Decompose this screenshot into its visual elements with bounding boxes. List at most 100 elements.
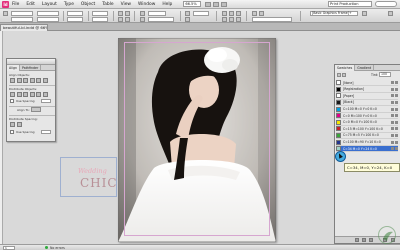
control-panel: [Basic Graphics Frame]+ xyxy=(0,9,400,23)
view-mode-icon[interactable] xyxy=(205,1,212,7)
divider xyxy=(9,115,55,116)
process-color-icon xyxy=(391,140,394,144)
stroke-weight-field[interactable] xyxy=(148,11,166,16)
tab-align[interactable]: Align xyxy=(7,65,20,71)
reference-point-icon[interactable] xyxy=(3,11,8,16)
object-style-options-icon[interactable] xyxy=(362,11,367,16)
swatch-row[interactable]: C=100 M=90 Y=10 K=0 xyxy=(336,139,398,146)
distribute-bottom-icon[interactable] xyxy=(23,92,28,97)
tab-swatches[interactable]: Swatches xyxy=(335,65,356,71)
width-field[interactable] xyxy=(37,11,59,16)
fit-content-icon[interactable] xyxy=(222,11,227,16)
swatch-row[interactable]: [Black] xyxy=(336,99,398,107)
swatch-color-chip xyxy=(336,113,341,119)
spacing-field[interactable] xyxy=(41,99,51,103)
menu-view[interactable]: View xyxy=(121,2,131,7)
swatch-row[interactable]: C=0 M=100 Y=0 K=0 xyxy=(336,113,398,120)
opacity-field[interactable] xyxy=(193,11,209,16)
use-spacing-checkbox[interactable] xyxy=(10,99,14,103)
spacing-field-2[interactable] xyxy=(41,130,51,134)
drop-shadow-icon[interactable] xyxy=(185,17,190,22)
panel-menu-icon[interactable] xyxy=(388,11,393,16)
use-spacing-checkbox-2[interactable] xyxy=(10,130,14,134)
rotate-cw-icon[interactable] xyxy=(118,11,123,16)
stroke-swatch-icon[interactable] xyxy=(140,17,145,22)
menu-layout[interactable]: Layout xyxy=(42,2,57,7)
swatch-row[interactable]: [Registration] xyxy=(336,86,398,93)
rotate-ccw-icon[interactable] xyxy=(118,17,123,22)
distribute-vertical-space-icon[interactable] xyxy=(10,122,15,127)
distribute-vertical-centers-icon[interactable] xyxy=(16,92,22,97)
menu-table[interactable]: Table xyxy=(102,2,113,7)
x-position-field[interactable] xyxy=(11,11,33,16)
distribute-right-icon[interactable] xyxy=(42,92,48,97)
swatch-row[interactable]: [Paper] xyxy=(336,93,398,100)
search-input[interactable] xyxy=(375,1,397,7)
show-all-swatches-icon[interactable] xyxy=(355,238,359,242)
y-position-field[interactable] xyxy=(11,17,33,22)
corner-options-field[interactable] xyxy=(252,17,292,22)
swatch-row[interactable]: C=15 M=100 Y=100 K=0 xyxy=(336,126,398,133)
swatch-row[interactable]: C=100 M=0 Y=0 K=0 xyxy=(336,106,398,113)
fill-swatch-icon[interactable] xyxy=(140,11,145,16)
screen-mode-icon[interactable] xyxy=(213,1,220,7)
swatch-color-chip xyxy=(336,93,341,99)
rotation-field[interactable] xyxy=(92,11,108,16)
show-color-swatches-icon[interactable] xyxy=(362,238,366,242)
scale-x-field[interactable] xyxy=(67,11,83,16)
distribute-horizontal-centers-icon[interactable] xyxy=(36,92,41,97)
distribute-left-icon[interactable] xyxy=(29,92,35,97)
scale-y-field[interactable] xyxy=(67,17,83,22)
align-left-edges-icon[interactable] xyxy=(10,78,15,83)
swatch-color-chip xyxy=(336,99,341,105)
align-top-edges-icon[interactable] xyxy=(29,78,35,83)
swatch-color-chip xyxy=(336,86,341,92)
menu-type[interactable]: Type xyxy=(64,2,74,7)
tab-pathfinder[interactable]: Pathfinder xyxy=(20,65,42,71)
show-gradient-swatches-icon[interactable] xyxy=(369,238,373,242)
tab-gradient[interactable]: Gradient xyxy=(355,65,375,71)
align-right-edges-icon[interactable] xyxy=(23,78,28,83)
flip-vertical-icon[interactable] xyxy=(125,17,130,22)
text-wrap-around-icon[interactable] xyxy=(259,11,264,16)
object-style-select[interactable]: [Basic Graphics Frame]+ xyxy=(310,11,358,16)
bride-photo[interactable] xyxy=(118,38,276,242)
workspace-switcher[interactable]: Print Production xyxy=(328,1,372,7)
menu-help[interactable]: Help xyxy=(162,2,172,7)
zoom-level-field[interactable]: 66.5% xyxy=(183,1,202,7)
fill-icon[interactable] xyxy=(337,73,341,77)
height-field[interactable] xyxy=(37,17,59,22)
distribute-horizontal-space-icon[interactable] xyxy=(16,122,22,127)
align-bottom-edges-icon[interactable] xyxy=(42,78,48,83)
menu-edit[interactable]: Edit xyxy=(26,2,35,7)
swatch-row[interactable]: [None] xyxy=(336,80,398,87)
menu-window[interactable]: Window xyxy=(138,2,155,7)
swatch-row[interactable]: C=0 M=0 Y=100 K=0 xyxy=(336,119,398,126)
swatch-row[interactable]: C=34 M=0 Y=24 K=0 xyxy=(336,146,398,153)
center-content-icon[interactable] xyxy=(222,17,227,22)
align-horizontal-centers-icon[interactable] xyxy=(16,78,22,83)
align-vertical-centers-icon[interactable] xyxy=(36,78,41,83)
flip-horizontal-icon[interactable] xyxy=(125,11,130,16)
swatch-row[interactable]: C=75 M=5 Y=100 K=0 xyxy=(336,132,398,140)
fit-frame-icon[interactable] xyxy=(229,11,234,16)
page-number-field[interactable]: 1 xyxy=(3,245,15,250)
process-color-icon xyxy=(391,94,394,98)
document-tab[interactable]: beautiful-bl.indd @ 66% xyxy=(0,24,48,31)
preflight-status[interactable]: No errors xyxy=(45,246,65,250)
auto-fit-icon[interactable] xyxy=(236,17,241,22)
fit-proportionally-icon[interactable] xyxy=(229,17,234,22)
fill-proportionally-icon[interactable] xyxy=(236,11,241,16)
stroke-type-select[interactable] xyxy=(148,17,174,22)
align-to-select[interactable] xyxy=(31,107,41,112)
document-page[interactable] xyxy=(118,38,276,242)
arrange-documents-icon[interactable] xyxy=(221,1,228,7)
shear-field[interactable] xyxy=(92,17,108,22)
stroke-icon[interactable] xyxy=(342,73,346,77)
menu-object[interactable]: Object xyxy=(81,2,95,7)
distribute-top-icon[interactable] xyxy=(10,92,15,97)
text-wrap-icon[interactable] xyxy=(252,11,257,16)
tint-field[interactable]: 100 xyxy=(379,72,391,77)
fx-icon[interactable] xyxy=(185,11,190,16)
menu-file[interactable]: File xyxy=(12,2,19,7)
